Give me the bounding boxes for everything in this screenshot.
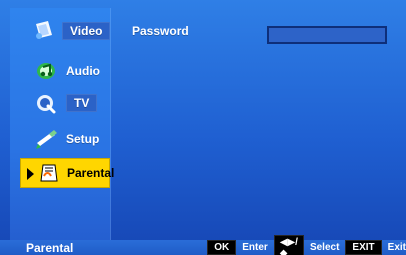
enter-hint: Enter <box>242 242 268 253</box>
main-panel: Password <box>112 8 406 240</box>
audio-icon <box>32 59 60 83</box>
key-hints: OK Enter ◀▶/◆ Select EXIT Exit <box>207 234 406 255</box>
sidebar-item-label: TV <box>66 94 98 112</box>
video-icon <box>32 19 56 43</box>
password-label: Password <box>132 24 189 38</box>
sidebar-item-label: Parental <box>67 166 115 180</box>
sidebar-item-label: Setup <box>66 132 100 146</box>
setup-icon <box>32 127 60 151</box>
sidebar-item-parental[interactable]: Parental <box>20 158 114 188</box>
sidebar-item-audio[interactable]: Audio <box>20 56 110 86</box>
password-input[interactable] <box>269 30 393 44</box>
sidebar-item-setup[interactable]: Setup <box>20 124 110 154</box>
sidebar-item-video[interactable]: Video <box>20 16 111 46</box>
parental-icon <box>37 161 61 185</box>
ok-key: OK <box>207 240 237 255</box>
osd-screen: Video Audio TV Setup Parental Password P… <box>0 0 406 255</box>
sidebar-menu: Video Audio TV Setup Parental <box>10 8 114 240</box>
exit-key: EXIT <box>345 240 382 255</box>
password-field[interactable] <box>267 26 393 44</box>
sidebar-item-label: Audio <box>66 64 100 78</box>
status-bar: Parental OK Enter ◀▶/◆ Select EXIT Exit <box>0 234 406 255</box>
arrows-key: ◀▶/◆ <box>273 234 304 255</box>
tv-icon <box>32 91 60 115</box>
exit-hint: Exit <box>387 242 406 253</box>
selection-pointer-icon <box>27 168 34 180</box>
sidebar-item-tv[interactable]: TV <box>20 88 110 118</box>
select-hint: Select <box>309 242 340 253</box>
sidebar-item-label: Video <box>62 22 111 40</box>
current-section-label: Parental <box>26 240 74 255</box>
